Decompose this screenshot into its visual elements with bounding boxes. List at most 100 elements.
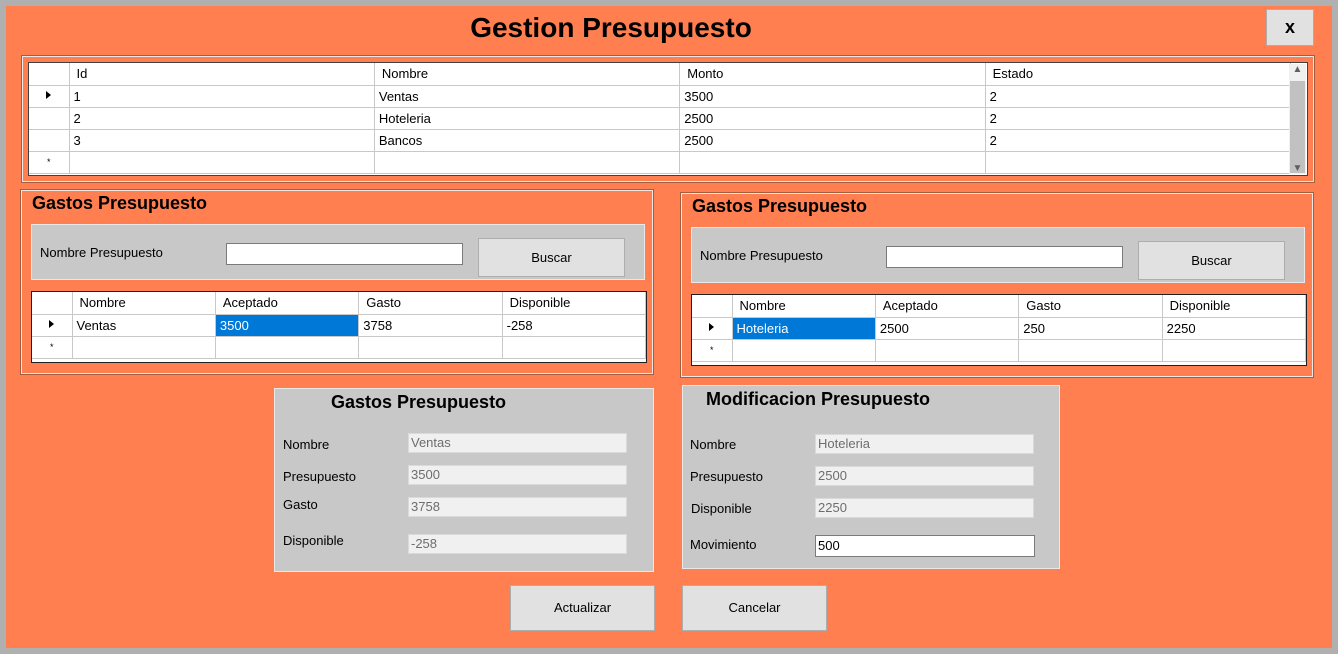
table-cell[interactable]	[358, 336, 503, 359]
table-cell[interactable]: Ventas	[72, 314, 216, 337]
movimiento-input[interactable]: 500	[815, 535, 1035, 557]
detail-left-gasto-field: 3758	[408, 497, 627, 517]
table-cell[interactable]	[1162, 339, 1306, 362]
table-cell[interactable]	[1018, 339, 1163, 362]
close-button[interactable]: x	[1266, 9, 1314, 46]
detail-left-presupuesto-field: 3500	[408, 465, 627, 485]
table-cell[interactable]: 2	[985, 107, 1292, 130]
table-cell[interactable]: 2	[985, 85, 1292, 108]
actualizar-button[interactable]: Actualizar	[510, 585, 655, 631]
column-header-nombre[interactable]: Nombre	[374, 63, 681, 86]
column-header-estado[interactable]: Estado	[985, 63, 1292, 86]
detail-right-label-movimiento: Movimiento	[690, 537, 757, 552]
budgets-grid[interactable]: Id Nombre Monto Estado 1 Ventas 3500 2 2…	[28, 62, 1308, 176]
detail-right-title: Modificacion Presupuesto	[706, 389, 931, 409]
window-title: Gestion Presupuesto	[470, 12, 752, 43]
table-cell[interactable]	[732, 339, 876, 362]
column-header-monto[interactable]: Monto	[679, 63, 986, 86]
gastos-right-title: Gastos Presupuesto	[692, 196, 868, 216]
grid-header-row: Nombre Aceptado Gasto Disponible	[692, 295, 1306, 318]
new-row[interactable]: *	[32, 336, 646, 359]
scroll-up-icon[interactable]: ▲	[1289, 64, 1306, 75]
new-row[interactable]: *	[29, 151, 1292, 174]
table-cell[interactable]: 2	[985, 129, 1292, 152]
table-cell[interactable]: 3	[69, 129, 375, 152]
detail-left-label-presupuesto: Presupuesto	[283, 469, 356, 484]
table-cell[interactable]: Bancos	[374, 129, 681, 152]
detail-right-label-disponible: Disponible	[691, 501, 752, 516]
gastos-left-grid[interactable]: Nombre Aceptado Gasto Disponible Ventas …	[31, 291, 647, 363]
detail-left-label-nombre: Nombre	[283, 437, 330, 452]
table-row[interactable]: Hoteleria 2500 250 2250	[692, 317, 1306, 340]
detail-right-nombre-field: Hoteleria	[815, 434, 1034, 454]
scrollbar-thumb[interactable]	[1290, 81, 1305, 173]
table-cell[interactable]	[875, 339, 1020, 362]
grid-header-row: Nombre Aceptado Gasto Disponible	[32, 292, 646, 315]
table-row[interactable]: 1 Ventas 3500 2	[29, 85, 1292, 108]
app-window: Gestion Presupuesto x Id Nombre Monto Es…	[6, 6, 1332, 648]
table-cell[interactable]	[215, 336, 360, 359]
table-cell[interactable]: 2500	[679, 129, 986, 152]
gastos-left-search-input[interactable]	[226, 243, 463, 265]
table-cell[interactable]: 2500	[875, 317, 1020, 340]
table-cell[interactable]: 2500	[679, 107, 986, 130]
table-cell-selected[interactable]: 3500	[215, 314, 360, 337]
detail-left-label-disponible: Disponible	[283, 533, 344, 548]
table-row[interactable]: 3 Bancos 2500 2	[29, 129, 1292, 152]
cancelar-button[interactable]: Cancelar	[682, 585, 827, 631]
gastos-right-grid[interactable]: Nombre Aceptado Gasto Disponible Hoteler…	[691, 294, 1307, 366]
new-row-marker-icon[interactable]: *	[692, 339, 733, 362]
column-header-aceptado[interactable]: Aceptado	[215, 292, 360, 315]
current-row-indicator-icon[interactable]	[32, 314, 73, 337]
table-cell[interactable]: 3500	[679, 85, 986, 108]
table-cell[interactable]	[69, 151, 375, 174]
detail-right-label-presupuesto: Presupuesto	[690, 469, 763, 484]
detail-left-title: Gastos Presupuesto	[331, 392, 507, 412]
current-row-indicator-icon[interactable]	[692, 317, 733, 340]
detail-left-disponible-field: -258	[408, 534, 627, 554]
detail-right-disponible-field: 2250	[815, 498, 1034, 518]
table-cell[interactable]: -258	[502, 314, 646, 337]
table-cell[interactable]: 3758	[358, 314, 503, 337]
column-header-id[interactable]: Id	[69, 63, 375, 86]
new-row-marker-icon[interactable]: *	[29, 151, 70, 174]
table-cell[interactable]	[374, 151, 681, 174]
detail-left-label-gasto: Gasto	[283, 497, 318, 512]
current-row-indicator-icon[interactable]	[29, 85, 70, 108]
column-header-disponible[interactable]: Disponible	[1162, 295, 1306, 318]
detail-right-presupuesto-field: 2500	[815, 466, 1034, 486]
table-cell[interactable]: 2250	[1162, 317, 1306, 340]
table-row[interactable]: Ventas 3500 3758 -258	[32, 314, 646, 337]
column-header-gasto[interactable]: Gasto	[1018, 295, 1163, 318]
table-cell[interactable]	[679, 151, 986, 174]
column-header-nombre[interactable]: Nombre	[732, 295, 876, 318]
table-cell[interactable]	[72, 336, 216, 359]
gastos-right-search-button[interactable]: Buscar	[1138, 241, 1285, 280]
row-header-corner	[32, 292, 73, 315]
table-cell[interactable]: 2	[69, 107, 375, 130]
scroll-down-icon[interactable]: ▼	[1289, 163, 1306, 174]
table-cell-selected[interactable]: Hoteleria	[732, 317, 876, 340]
gastos-left-search-button[interactable]: Buscar	[478, 238, 625, 277]
column-header-disponible[interactable]: Disponible	[502, 292, 646, 315]
new-row[interactable]: *	[692, 339, 1306, 362]
row-header[interactable]	[29, 107, 70, 130]
table-cell[interactable]: Ventas	[374, 85, 681, 108]
grid-header-row: Id Nombre Monto Estado	[29, 63, 1292, 86]
column-header-aceptado[interactable]: Aceptado	[875, 295, 1020, 318]
gastos-left-search-label: Nombre Presupuesto	[40, 245, 163, 260]
gastos-left-title: Gastos Presupuesto	[32, 193, 208, 213]
column-header-gasto[interactable]: Gasto	[358, 292, 503, 315]
table-cell[interactable]: 1	[69, 85, 375, 108]
detail-left-nombre-field: Ventas	[408, 433, 627, 453]
new-row-marker-icon[interactable]: *	[32, 336, 73, 359]
gastos-right-search-input[interactable]	[886, 246, 1123, 268]
table-cell[interactable]	[985, 151, 1292, 174]
table-row[interactable]: 2 Hoteleria 2500 2	[29, 107, 1292, 130]
vertical-scrollbar[interactable]: ▲ ▼	[1289, 64, 1306, 174]
row-header[interactable]	[29, 129, 70, 152]
column-header-nombre[interactable]: Nombre	[72, 292, 216, 315]
table-cell[interactable]: Hoteleria	[374, 107, 681, 130]
table-cell[interactable]	[502, 336, 646, 359]
table-cell[interactable]: 250	[1018, 317, 1163, 340]
